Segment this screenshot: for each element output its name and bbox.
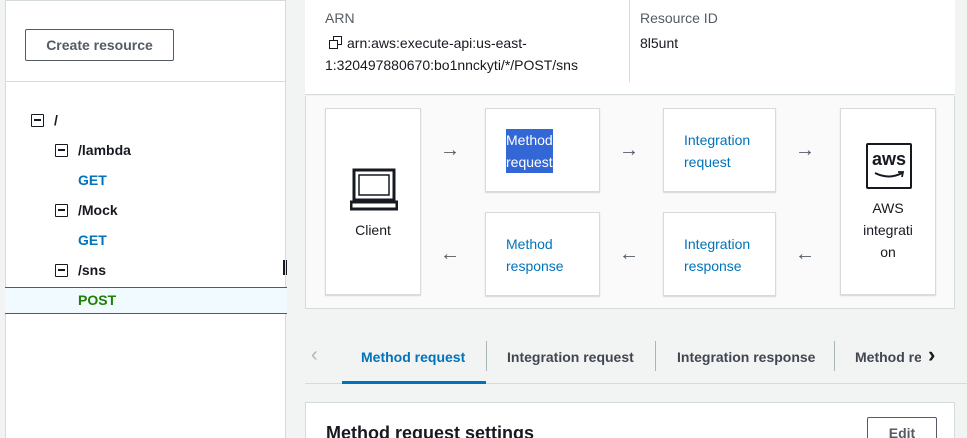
integration-response-box[interactable]: Integration response xyxy=(663,212,776,296)
tab-method-request[interactable]: Method request xyxy=(361,330,465,384)
integration-response-link[interactable]: Integration response xyxy=(684,233,750,277)
tree-item-mock-get[interactable]: GET xyxy=(6,227,285,253)
settings-title: Method request settings xyxy=(326,423,535,438)
info-divider xyxy=(629,0,630,82)
method-label: GET xyxy=(78,172,107,188)
arrow-right-icon: → xyxy=(795,139,815,161)
tree-item-sns[interactable]: /sns xyxy=(6,257,285,283)
tab-method-response[interactable]: Method re xyxy=(855,330,921,384)
chevron-left-icon[interactable]: ‹ xyxy=(311,344,318,367)
method-info-panel: ARN arn:aws:execute-api:us-east- 1:32049… xyxy=(305,0,955,95)
method-flow-diagram: Client → ← Method request → ← Method res… xyxy=(305,96,955,309)
arn-line-2: 1:320497880670:bo1nnckyti/*/POST/sns xyxy=(325,57,578,73)
aws-integration-label: AWS integrati on xyxy=(863,200,913,260)
method-tabs: ‹ Method request Integration request Int… xyxy=(305,330,967,384)
resource-id-value: 8l5unt xyxy=(640,35,679,51)
chevron-right-icon[interactable]: › xyxy=(928,342,935,368)
method-request-settings-panel: Method request settings Edit xyxy=(305,402,955,438)
collapse-icon[interactable] xyxy=(55,143,68,157)
resource-id-label: Resource ID xyxy=(640,10,718,26)
tree-item-root[interactable]: / xyxy=(6,107,285,133)
client-box: Client xyxy=(325,108,421,295)
arrow-left-icon: ← xyxy=(795,243,815,265)
laptop-icon xyxy=(350,168,398,211)
tree-item-label: /sns xyxy=(78,262,107,278)
tab-integration-request[interactable]: Integration request xyxy=(507,330,634,384)
resize-handle[interactable] xyxy=(283,260,287,275)
method-request-box[interactable]: Method request xyxy=(485,108,600,192)
arrow-right-icon: → xyxy=(440,139,460,161)
arn-label: ARN xyxy=(325,10,355,26)
tree-item-label: /Mock xyxy=(78,202,118,218)
method-response-box[interactable]: Method response xyxy=(485,212,600,296)
arrow-left-icon: ← xyxy=(440,243,460,265)
aws-integration-box: aws AWS integrati on xyxy=(840,108,936,295)
arrow-left-icon: ← xyxy=(619,243,639,265)
method-request-link[interactable]: Method request xyxy=(506,129,553,173)
integration-request-box[interactable]: Integration request xyxy=(663,108,776,192)
integration-request-link[interactable]: Integration request xyxy=(684,129,750,173)
method-response-link[interactable]: Method response xyxy=(506,233,564,277)
tree-item-label: /lambda xyxy=(78,142,131,158)
collapse-icon[interactable] xyxy=(55,203,68,217)
sidebar-divider xyxy=(6,81,285,82)
tree-item-label: / xyxy=(54,112,58,128)
resource-sidebar: Create resource / /lambda GET /Mock GET … xyxy=(5,0,287,438)
method-label: GET xyxy=(78,232,107,248)
create-resource-button[interactable]: Create resource xyxy=(25,29,174,61)
tab-integration-response[interactable]: Integration response xyxy=(677,330,815,384)
aws-logo-icon: aws xyxy=(866,143,912,189)
tree-item-mock[interactable]: /Mock xyxy=(6,197,285,223)
arn-value: arn:aws:execute-api:us-east- xyxy=(329,32,527,54)
collapse-icon[interactable] xyxy=(55,263,68,277)
client-label: Client xyxy=(355,222,391,238)
edit-button[interactable]: Edit xyxy=(867,417,937,438)
copy-icon[interactable] xyxy=(329,36,343,50)
collapse-icon[interactable] xyxy=(31,113,44,127)
method-label: POST xyxy=(78,292,117,308)
tree-item-sns-post[interactable]: POST xyxy=(6,287,285,313)
tree-item-lambda-get[interactable]: GET xyxy=(6,167,285,193)
active-tab-indicator xyxy=(342,381,486,384)
arrow-right-icon: → xyxy=(619,139,639,161)
tree-item-lambda[interactable]: /lambda xyxy=(6,137,285,163)
arn-line-1: arn:aws:execute-api:us-east- xyxy=(347,35,527,51)
